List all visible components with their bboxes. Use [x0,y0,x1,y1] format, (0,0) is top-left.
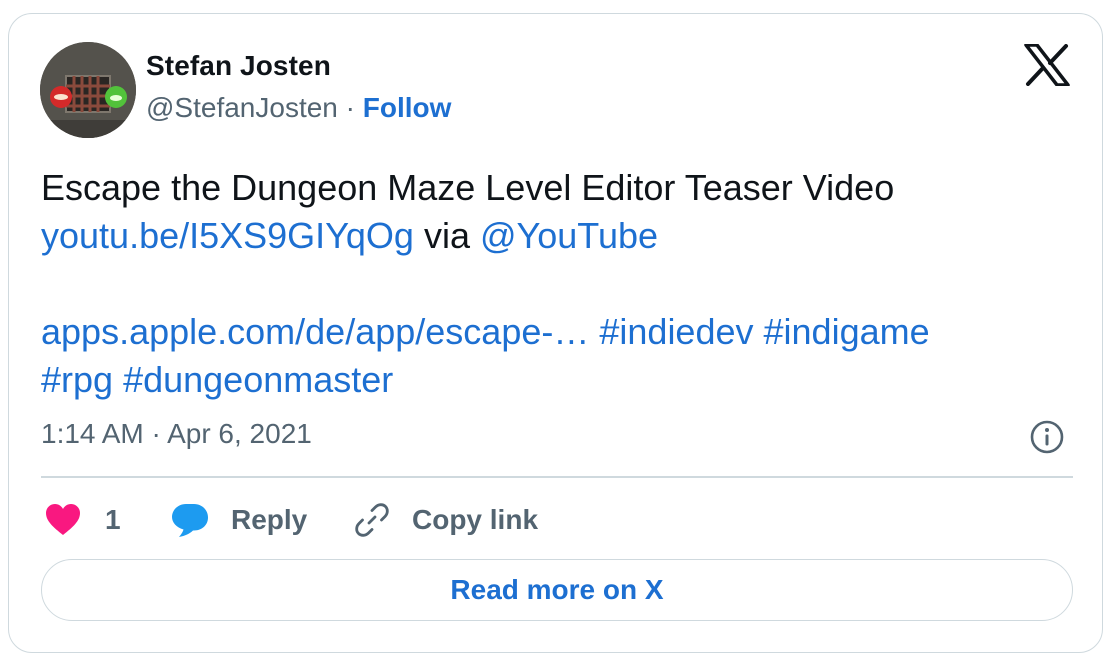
tweet-embed-card: Stefan Josten @StefanJosten · Follow Esc… [8,13,1103,653]
reply-bubble-icon [172,504,208,537]
meta-separator: · [345,92,355,123]
app-store-link[interactable]: apps.apple.com/de/app/escape-… [41,311,589,352]
hashtag-indiedev[interactable]: #indiedev [599,311,753,352]
info-icon[interactable] [1029,419,1065,455]
like-count: 1 [105,504,121,535]
tweet-line-3: apps.apple.com/de/app/escape-… #indiedev… [41,308,1081,356]
timestamp-separator: · [151,418,161,449]
tweet-line-4: #rpg #dungeonmaster [41,356,1081,404]
via-text: via [423,215,470,256]
avatar[interactable] [40,42,136,138]
reply-label: Reply [231,504,308,535]
divider [41,476,1073,478]
youtube-mention[interactable]: @YouTube [480,215,658,256]
tweet-text: Escape the Dungeon Maze Level Editor Tea… [41,164,1081,404]
youtube-link[interactable]: youtu.be/I5XS9GIYqOg [41,215,414,256]
read-more-button[interactable]: Read more on X [41,559,1073,621]
copy-link-button[interactable]: Copy link [354,496,538,544]
x-logo-icon[interactable] [1024,44,1070,86]
tweet-line-2: youtu.be/I5XS9GIYqOg via @YouTube [41,212,1081,260]
author-meta: @StefanJosten · Follow [146,92,451,124]
heart-icon [46,504,80,535]
author-name[interactable]: Stefan Josten [146,50,331,82]
follow-button[interactable]: Follow [363,92,452,123]
timestamp[interactable]: 1:14 AM · Apr 6, 2021 [41,418,312,450]
action-bar: 1 Reply Copy link [9,496,1102,546]
tweet-line-1: Escape the Dungeon Maze Level Editor Tea… [41,167,895,208]
avatar-image [40,42,136,138]
timestamp-date: Apr 6, 2021 [167,418,312,449]
reply-button[interactable]: Reply [171,496,307,544]
hashtag-rpg[interactable]: #rpg [41,359,113,400]
hashtag-indigame[interactable]: #indigame [764,311,930,352]
hashtag-dungeonmaster[interactable]: #dungeonmaster [123,359,393,400]
copy-link-label: Copy link [412,504,539,535]
timestamp-time: 1:14 AM [41,418,144,449]
like-button[interactable]: 1 [45,496,121,544]
link-icon [355,503,389,537]
author-handle[interactable]: @StefanJosten [146,92,338,123]
